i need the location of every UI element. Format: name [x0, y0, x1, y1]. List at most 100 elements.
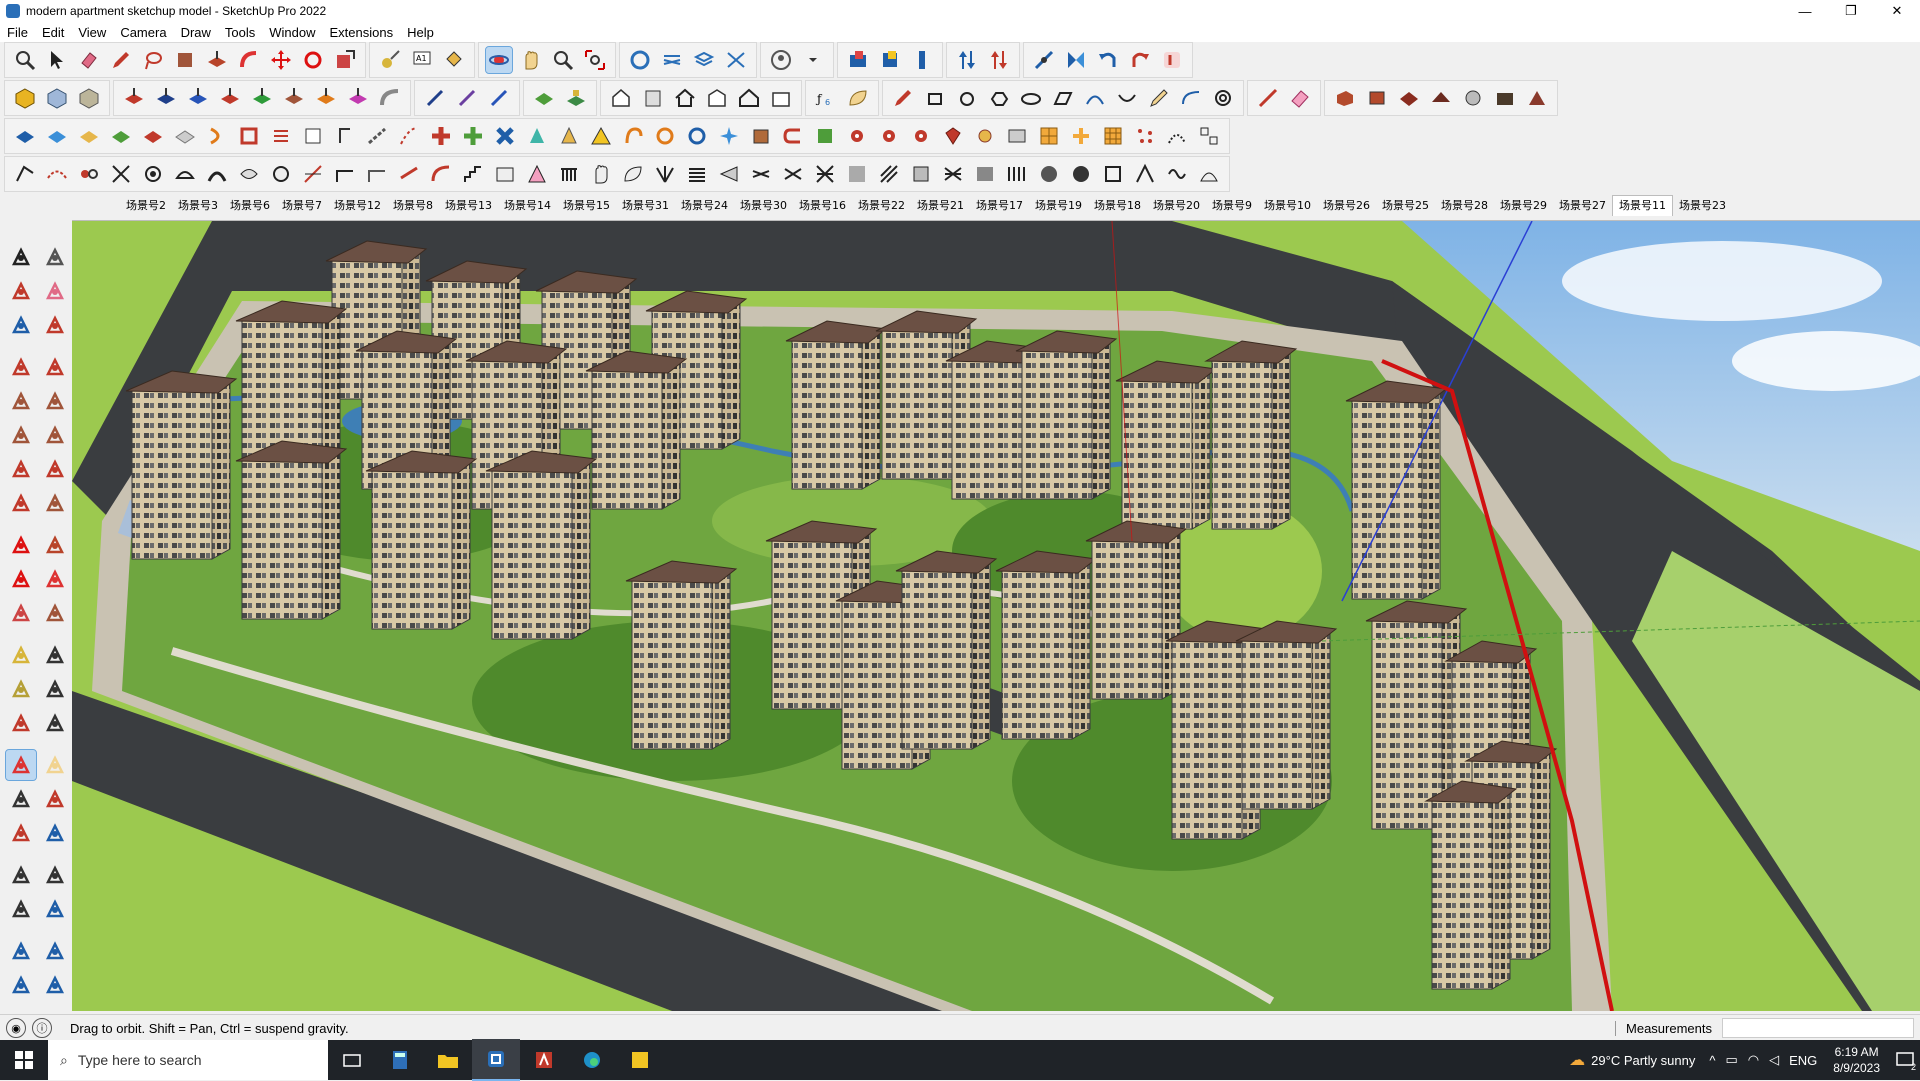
measurements-input[interactable]	[1722, 1018, 1914, 1038]
scenes-icon[interactable]	[723, 47, 749, 73]
push-pull-icon[interactable]	[40, 530, 70, 560]
red-slash-icon[interactable]	[396, 161, 422, 187]
tab-scene[interactable]: 场景号16	[793, 197, 852, 213]
curve-icon[interactable]	[377, 85, 403, 111]
shape-spline-icon[interactable]	[1114, 85, 1140, 111]
weather-text[interactable]: 29°C Partly sunny	[1591, 1053, 1695, 1068]
curve-pts-icon[interactable]	[12, 161, 38, 187]
wires-icon[interactable]	[748, 161, 774, 187]
house-front-icon[interactable]	[608, 85, 634, 111]
position-camera-icon[interactable]	[6, 894, 36, 924]
close-button[interactable]: ✕	[1874, 0, 1920, 22]
house-side-icon[interactable]	[640, 85, 666, 111]
tab-scene[interactable]: 场景号25	[1376, 197, 1435, 213]
house-icon[interactable]	[672, 85, 698, 111]
bend-icon[interactable]	[332, 161, 358, 187]
solid-intersect-icon[interactable]	[153, 85, 179, 111]
menu-edit[interactable]: Edit	[35, 25, 71, 40]
green-plane-icon[interactable]	[108, 123, 134, 149]
stamp-icon[interactable]	[6, 970, 36, 1000]
rotated-rect-icon[interactable]	[40, 386, 70, 416]
tab-scene[interactable]: 场景号18	[1088, 197, 1147, 213]
skin-icon[interactable]	[236, 161, 262, 187]
drop-icon[interactable]	[524, 123, 550, 149]
clock[interactable]: 6:19 AM 8/9/2023	[1833, 1044, 1880, 1076]
acrobat-icon[interactable]	[520, 1040, 568, 1080]
tape-icon[interactable]	[6, 640, 36, 670]
tab-scene[interactable]: 场景号3	[172, 197, 224, 213]
move-icon[interactable]	[6, 530, 36, 560]
warning-icon[interactable]	[588, 123, 614, 149]
rotate-icon[interactable]	[300, 47, 326, 73]
layers2-icon[interactable]	[684, 161, 710, 187]
gear-red3-icon[interactable]	[908, 123, 934, 149]
shape-spiral-icon[interactable]	[1210, 85, 1236, 111]
paint-bucket-icon[interactable]	[6, 276, 36, 306]
house-iso-icon[interactable]	[768, 85, 794, 111]
tab-scene[interactable]: 场景号30	[734, 197, 793, 213]
pink-eraser-icon[interactable]	[1287, 85, 1313, 111]
zoom-window-icon[interactable]	[550, 47, 576, 73]
dotted-arc-icon[interactable]	[1164, 123, 1190, 149]
red-block4-icon[interactable]	[1428, 85, 1454, 111]
eraser-icon[interactable]	[76, 47, 102, 73]
pencil-icon[interactable]	[108, 47, 134, 73]
pencil-icon[interactable]	[40, 310, 70, 340]
axes-icon[interactable]	[6, 708, 36, 738]
pie-icon[interactable]	[40, 454, 70, 484]
red-arc-icon[interactable]	[428, 161, 454, 187]
restore-button[interactable]: ❐	[1828, 0, 1874, 22]
tape-icon[interactable]	[377, 47, 403, 73]
rotate-icon[interactable]	[6, 564, 36, 594]
blue-plane2-icon[interactable]	[44, 123, 70, 149]
blue-x-icon[interactable]	[492, 123, 518, 149]
leaf2-icon[interactable]	[620, 161, 646, 187]
red-plane-icon[interactable]	[140, 123, 166, 149]
sandbox-stamp-icon[interactable]	[563, 85, 589, 111]
shape-pencil-icon[interactable]	[1146, 85, 1172, 111]
edge-blue2-icon[interactable]	[486, 85, 512, 111]
shape-hex-icon[interactable]	[986, 85, 1012, 111]
taper-icon[interactable]	[716, 161, 742, 187]
u-turn-icon[interactable]	[780, 123, 806, 149]
tab-scene[interactable]: 场景号27	[1553, 197, 1612, 213]
film-icon[interactable]	[1004, 123, 1030, 149]
text-style-icon[interactable]: ƒ6	[813, 85, 839, 111]
solid-outer-icon[interactable]	[121, 85, 147, 111]
flower-icon[interactable]	[972, 123, 998, 149]
line-icon[interactable]	[6, 352, 36, 382]
grid2-icon[interactable]	[1004, 161, 1030, 187]
wifi-icon[interactable]: ◠	[1748, 1052, 1759, 1068]
tab-scene[interactable]: 场景号17	[970, 197, 1029, 213]
red-block1-icon[interactable]	[1332, 85, 1358, 111]
sticky-notes-icon[interactable]	[616, 1040, 664, 1080]
target-icon[interactable]	[652, 123, 678, 149]
offset-icon[interactable]	[40, 598, 70, 628]
select-icon[interactable]	[6, 242, 36, 272]
hatch2-icon[interactable]	[876, 161, 902, 187]
sketchup-taskbar-icon[interactable]	[472, 1039, 520, 1081]
sandbox-green-icon[interactable]	[531, 85, 557, 111]
menu-extensions[interactable]: Extensions	[323, 25, 401, 40]
sweep-icon[interactable]	[204, 161, 230, 187]
red-line-icon[interactable]	[1255, 85, 1281, 111]
red-block6-icon[interactable]	[1492, 85, 1518, 111]
styles-icon[interactable]	[691, 47, 717, 73]
chain-icon[interactable]	[364, 123, 390, 149]
tab-scene[interactable]: 场景号12	[328, 197, 387, 213]
axes-icon[interactable]	[1031, 47, 1057, 73]
tab-scene[interactable]: 场景号8	[387, 197, 439, 213]
paint-icon[interactable]	[172, 47, 198, 73]
scale-icon[interactable]	[332, 47, 358, 73]
tab-scene[interactable]: 场景号28	[1435, 197, 1494, 213]
x-wires-icon[interactable]	[812, 161, 838, 187]
cube-gray-icon[interactable]	[76, 85, 102, 111]
leaf-icon[interactable]	[845, 85, 871, 111]
gem-icon[interactable]	[940, 123, 966, 149]
scissors-icon[interactable]	[108, 161, 134, 187]
sandbox-icon[interactable]	[6, 936, 36, 966]
wire-box-icon[interactable]	[1100, 161, 1126, 187]
align-icon[interactable]	[1196, 123, 1222, 149]
orbit-icon[interactable]	[485, 46, 513, 74]
shape-rect-icon[interactable]	[922, 85, 948, 111]
